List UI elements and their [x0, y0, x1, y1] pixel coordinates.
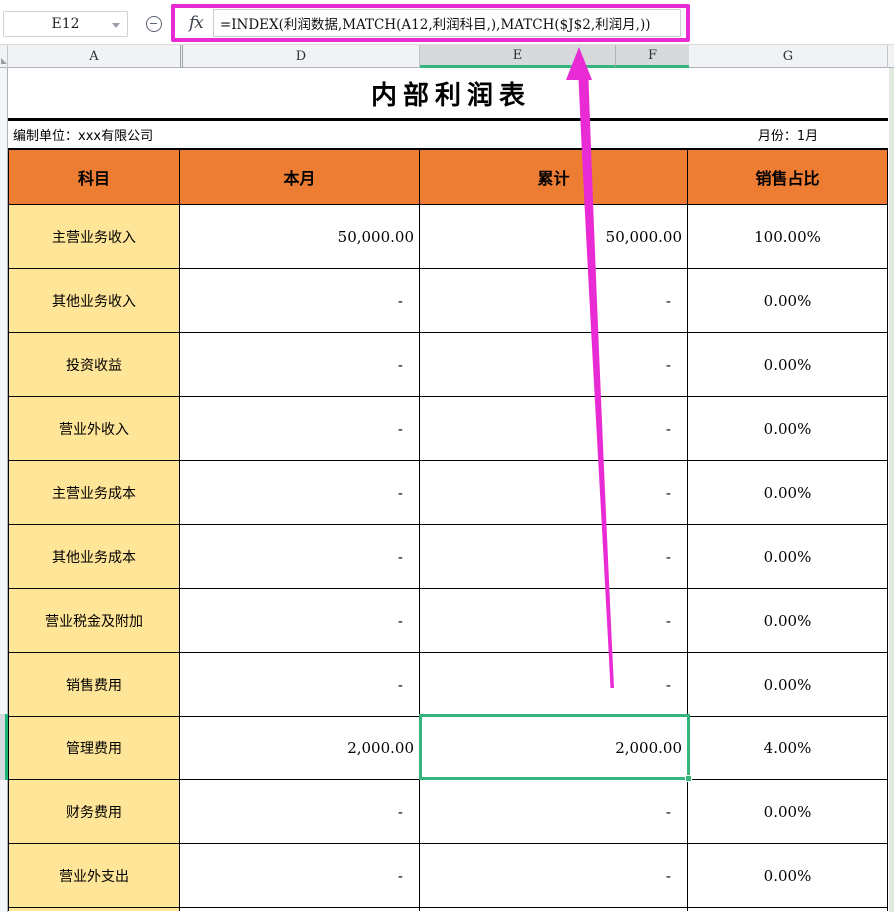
- row-header-strip[interactable]: [0, 68, 8, 912]
- cumulative-cell[interactable]: -: [420, 844, 688, 908]
- select-all-corner[interactable]: [0, 45, 8, 68]
- spreadsheet-app: E12 fx =INDEX(利润数据,MATCH(A12,利润科目,),MATC…: [0, 0, 894, 912]
- cumulative-cell[interactable]: 50,000.00: [420, 205, 688, 269]
- sales-ratio-cell[interactable]: 100.00%: [688, 205, 888, 269]
- column-header-e[interactable]: E: [420, 45, 616, 68]
- table-row: 营业外收入 - - 0.00%: [8, 397, 888, 461]
- current-month-cell[interactable]: -: [180, 269, 420, 333]
- header-cumulative[interactable]: 累计: [420, 150, 688, 205]
- current-month-cell[interactable]: -: [180, 397, 420, 461]
- formula-annotation-box: fx =INDEX(利润数据,MATCH(A12,利润科目,),MATCH($J…: [171, 4, 690, 42]
- current-month-cell[interactable]: -: [180, 589, 420, 653]
- subject-cell[interactable]: 其他业务收入: [8, 269, 180, 333]
- cumulative-cell[interactable]: -: [420, 333, 688, 397]
- subject-cell[interactable]: 营业税金及附加: [8, 589, 180, 653]
- table-row: 主营业务收入 50,000.00 50,000.00 100.00%: [8, 205, 888, 269]
- sales-ratio-cell[interactable]: 0.00%: [688, 780, 888, 844]
- formula-text: =INDEX(利润数据,MATCH(A12,利润科目,),MATCH($J$2,…: [220, 13, 651, 33]
- sales-ratio-cell[interactable]: 0.00%: [688, 333, 888, 397]
- table-row: 营业外支出 - - 0.00%: [8, 844, 888, 908]
- subject-cell[interactable]: 财务费用: [8, 780, 180, 844]
- current-month-cell[interactable]: -: [180, 780, 420, 844]
- sales-ratio-cell[interactable]: 0.00%: [688, 844, 888, 908]
- report-title: 内部利润表: [365, 75, 531, 112]
- sales-ratio-cell[interactable]: 0.00%: [688, 525, 888, 589]
- name-box[interactable]: E12: [3, 11, 128, 37]
- sales-ratio-cell[interactable]: 0.00%: [688, 461, 888, 525]
- subject-cell[interactable]: 其他业务成本: [8, 525, 180, 589]
- subject-cell[interactable]: 投资收益: [8, 333, 180, 397]
- selected-row-indicator: [0, 714, 8, 780]
- cumulative-cell[interactable]: -: [420, 653, 688, 717]
- clipped-next-row: [8, 908, 888, 911]
- subject-cell[interactable]: 主营业务收入: [8, 205, 180, 269]
- table-row: 管理费用 2,000.00 2,000.00 4.00%: [8, 717, 888, 780]
- table-body: 主营业务收入 50,000.00 50,000.00 100.00% 其他业务收…: [8, 205, 888, 908]
- table-row: 其他业务成本 - - 0.00%: [8, 525, 888, 589]
- table-row: 营业税金及附加 - - 0.00%: [8, 589, 888, 653]
- current-month-cell[interactable]: -: [180, 653, 420, 717]
- name-box-value: E12: [51, 16, 79, 32]
- prepared-by-label: 编制单位：xxx有限公司: [8, 125, 688, 144]
- current-month-cell[interactable]: -: [180, 461, 420, 525]
- current-month-cell[interactable]: 2,000.00: [180, 717, 420, 780]
- table-row: 销售费用 - - 0.00%: [8, 653, 888, 717]
- cumulative-cell[interactable]: -: [420, 461, 688, 525]
- header-subject[interactable]: 科目: [8, 150, 180, 205]
- cumulative-cell[interactable]: -: [420, 525, 688, 589]
- formula-bar-chrome: E12 fx =INDEX(利润数据,MATCH(A12,利润科目,),MATC…: [0, 0, 894, 45]
- chevron-down-icon[interactable]: [112, 23, 120, 28]
- column-header-d[interactable]: D: [183, 45, 420, 68]
- subject-cell[interactable]: 主营业务成本: [8, 461, 180, 525]
- sales-ratio-cell[interactable]: 4.00%: [688, 717, 888, 780]
- circle-minus-icon[interactable]: [146, 16, 162, 32]
- info-row[interactable]: 编制单位：xxx有限公司 月份：1月: [8, 121, 888, 150]
- current-month-cell[interactable]: -: [180, 844, 420, 908]
- subject-cell[interactable]: 营业外支出: [8, 844, 180, 908]
- fx-icon[interactable]: fx: [189, 13, 203, 33]
- column-header-row: A D E F G: [0, 45, 894, 68]
- column-header-g[interactable]: G: [689, 45, 888, 68]
- subject-cell[interactable]: 营业外收入: [8, 397, 180, 461]
- column-header-end-stub: [888, 45, 894, 68]
- sales-ratio-cell[interactable]: 0.00%: [688, 589, 888, 653]
- subject-cell[interactable]: 销售费用: [8, 653, 180, 717]
- sales-ratio-cell[interactable]: 0.00%: [688, 653, 888, 717]
- table-row: 其他业务收入 - - 0.00%: [8, 269, 888, 333]
- formula-input[interactable]: =INDEX(利润数据,MATCH(A12,利润科目,),MATCH($J$2,…: [213, 9, 681, 37]
- title-row[interactable]: 内部利润表: [8, 68, 888, 121]
- next-column-sliver: [889, 68, 894, 912]
- current-month-cell[interactable]: -: [180, 333, 420, 397]
- current-month-cell[interactable]: 50,000.00: [180, 205, 420, 269]
- cumulative-cell[interactable]: -: [420, 589, 688, 653]
- cumulative-cell[interactable]: -: [420, 780, 688, 844]
- header-current-month[interactable]: 本月: [180, 150, 420, 205]
- sales-ratio-cell[interactable]: 0.00%: [688, 269, 888, 333]
- subject-cell[interactable]: 管理费用: [8, 717, 180, 780]
- current-month-cell[interactable]: -: [180, 525, 420, 589]
- column-header-f[interactable]: F: [616, 45, 689, 68]
- cumulative-cell[interactable]: -: [420, 269, 688, 333]
- month-label: 月份：1月: [688, 125, 888, 144]
- column-header-a[interactable]: A: [8, 45, 180, 68]
- profit-table: 内部利润表 编制单位：xxx有限公司 月份：1月 科目 本月 累计 销售占比 主…: [8, 68, 888, 911]
- sales-ratio-cell[interactable]: 0.00%: [688, 397, 888, 461]
- cumulative-cell[interactable]: -: [420, 397, 688, 461]
- table-header-row: 科目 本月 累计 销售占比: [8, 150, 888, 205]
- table-row: 投资收益 - - 0.00%: [8, 333, 888, 397]
- table-row: 主营业务成本 - - 0.00%: [8, 461, 888, 525]
- table-row: 财务费用 - - 0.00%: [8, 780, 888, 844]
- cumulative-cell[interactable]: 2,000.00: [420, 717, 688, 780]
- header-sales-ratio[interactable]: 销售占比: [688, 150, 888, 205]
